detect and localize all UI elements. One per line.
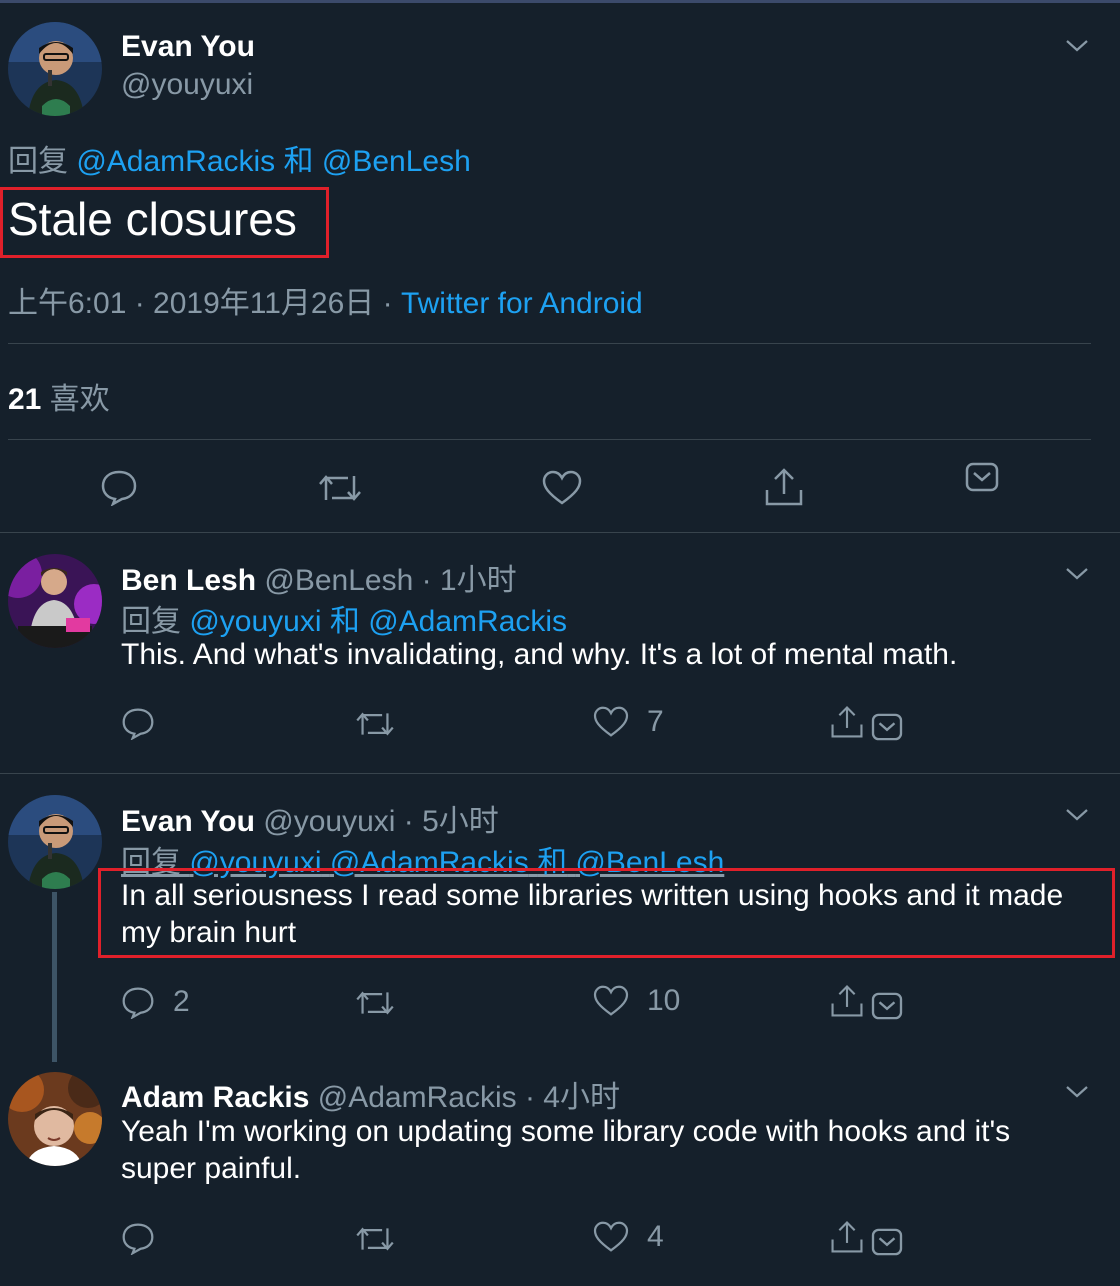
avatar-evan-you[interactable]: [8, 22, 102, 116]
author-name[interactable]: Ben Lesh: [121, 564, 256, 597]
bookmark-button[interactable]: [871, 992, 903, 1020]
tweet-text-line: super painful.: [121, 1152, 302, 1185]
bookmark-icon: [871, 713, 903, 741]
like-icon: [593, 706, 629, 737]
mention-link[interactable]: @youyuxi: [189, 605, 321, 638]
tweet-time[interactable]: 上午6:01 · 2019年11月26日 ·: [8, 287, 401, 320]
bookmark-button[interactable]: [871, 1228, 903, 1256]
mention-link[interactable]: @BenLesh: [322, 145, 471, 178]
reply-icon: [101, 470, 137, 506]
reply-button[interactable]: [121, 1221, 155, 1255]
likes-count: 21: [8, 383, 42, 416]
reply-count: 2: [173, 985, 190, 1018]
share-button[interactable]: [830, 704, 864, 740]
retweet-button[interactable]: [318, 470, 362, 506]
divider: [0, 532, 1120, 533]
reply-button[interactable]: [121, 706, 155, 740]
like-button[interactable]: 10: [593, 984, 680, 1018]
tweet-source[interactable]: Twitter for Android: [401, 287, 643, 320]
reply-and: 和: [283, 145, 314, 178]
retweet-icon: [356, 712, 394, 736]
likes-label: 喜欢: [49, 383, 110, 416]
share-icon: [831, 1221, 863, 1253]
retweet-button[interactable]: [355, 987, 395, 1019]
like-button[interactable]: [542, 470, 582, 506]
bookmark-icon: [871, 1228, 903, 1256]
tweet-text-line: Yeah I'm working on updating some librar…: [121, 1115, 1011, 1148]
divider: [8, 343, 1091, 344]
like-icon: [542, 470, 582, 505]
avatar-adam-rackis[interactable]: [8, 1072, 102, 1166]
bookmark-button[interactable]: [965, 462, 999, 492]
reply-prefix: 回复: [8, 145, 68, 178]
reply-button[interactable]: [100, 468, 138, 506]
bookmark-button[interactable]: [871, 713, 903, 741]
thread-line: [52, 892, 57, 1062]
avatar-evan-you[interactable]: [8, 795, 102, 889]
retweet-icon: [356, 1227, 394, 1251]
share-icon: [765, 468, 803, 506]
mention-link[interactable]: @AdamRackis: [368, 605, 567, 638]
reply-button[interactable]: 2: [121, 985, 190, 1019]
author-handle[interactable]: @youyuxi: [121, 68, 253, 102]
share-button[interactable]: [830, 983, 864, 1019]
author-meta[interactable]: @BenLesh · 1小时: [264, 564, 516, 597]
like-button[interactable]: 7: [593, 705, 664, 739]
retweet-button[interactable]: [355, 1223, 395, 1255]
author-meta[interactable]: @AdamRackis · 4小时: [318, 1081, 620, 1114]
author-name[interactable]: Evan You: [121, 805, 255, 838]
author-name[interactable]: Evan You: [121, 30, 255, 64]
like-icon: [593, 1221, 629, 1252]
tweet-header: Ben Lesh @BenLesh · 1小时: [121, 555, 517, 599]
reply-and: 和: [329, 605, 360, 638]
highlight-box: [0, 187, 329, 258]
divider: [0, 773, 1120, 774]
mention-link[interactable]: @AdamRackis: [76, 145, 275, 178]
bookmark-icon: [871, 992, 903, 1020]
retweet-button[interactable]: [355, 708, 395, 740]
share-button[interactable]: [764, 466, 804, 508]
chevron-down-icon[interactable]: [1065, 34, 1089, 58]
tweet-header: Evan You @youyuxi · 5小时: [121, 796, 499, 840]
reply-icon: [122, 708, 154, 740]
like-icon: [593, 985, 629, 1016]
chevron-down-icon[interactable]: [1065, 562, 1089, 586]
tweet-text: This. And what's invalidating, and why. …: [121, 638, 958, 671]
share-icon: [831, 985, 863, 1017]
avatar-ben-lesh[interactable]: [8, 554, 102, 648]
share-button[interactable]: [830, 1219, 864, 1255]
like-count: 10: [647, 984, 681, 1017]
reply-icon: [122, 1223, 154, 1255]
divider: [8, 439, 1091, 440]
author-meta[interactable]: @youyuxi · 5小时: [263, 805, 499, 838]
like-count: 7: [647, 705, 664, 738]
like-count: 4: [647, 1220, 664, 1253]
highlight-box: [98, 868, 1115, 958]
top-border: [0, 0, 1120, 3]
retweet-icon: [356, 991, 394, 1015]
tweet-header: Adam Rackis @AdamRackis · 4小时: [121, 1072, 620, 1116]
bookmark-icon: [965, 462, 999, 492]
reply-context: 回复 @AdamRackis 和 @BenLesh: [8, 136, 471, 180]
tweet-timestamp: 上午6:01 · 2019年11月26日 · Twitter for Andro…: [8, 278, 643, 322]
retweet-icon: [319, 475, 361, 501]
share-icon: [831, 706, 863, 738]
author-name[interactable]: Adam Rackis: [121, 1081, 309, 1114]
reply-prefix: 回复: [121, 605, 181, 638]
likes-stat[interactable]: 21 喜欢: [8, 374, 110, 418]
reply-context: 回复 @youyuxi 和 @AdamRackis: [121, 596, 567, 640]
chevron-down-icon[interactable]: [1065, 1080, 1089, 1104]
tweet-text: Yeah I'm working on updating some librar…: [121, 1113, 1101, 1187]
reply-icon: [122, 987, 154, 1019]
chevron-down-icon[interactable]: [1065, 803, 1089, 827]
like-button[interactable]: 4: [593, 1220, 664, 1254]
